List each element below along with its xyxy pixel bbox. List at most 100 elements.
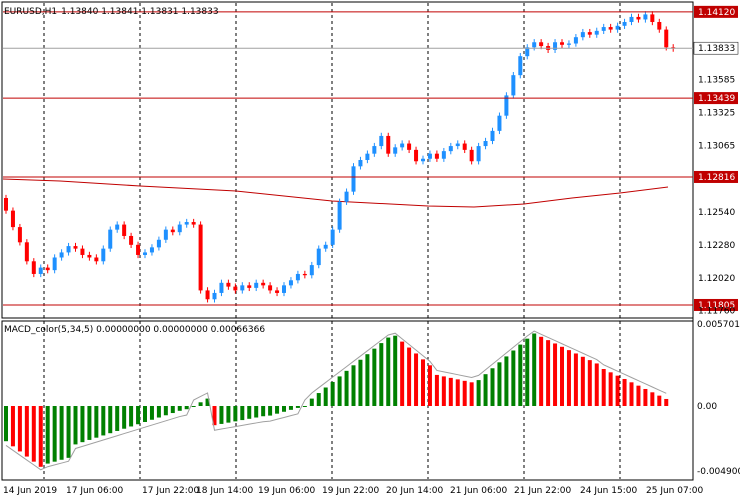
macd-bar: [594, 363, 599, 406]
time-axis-label: 20 Jun 14:00: [386, 486, 443, 496]
macd-bar: [191, 406, 196, 407]
candle-body: [365, 153, 370, 160]
moving-average-line: [2, 178, 669, 208]
macd-bar: [608, 372, 613, 406]
macd-bar: [518, 344, 523, 406]
macd-bar: [455, 379, 460, 406]
time-axis-label: 17 Jun 22:00: [142, 486, 199, 496]
candle-body: [560, 42, 564, 45]
candle-body: [400, 143, 405, 148]
macd-bar: [73, 406, 78, 445]
macd-bar: [553, 343, 558, 406]
candle-body: [205, 290, 210, 300]
candle-body: [434, 153, 439, 159]
macd-bar: [393, 335, 398, 406]
candle-body: [448, 146, 453, 152]
candle-body: [129, 235, 134, 245]
macd-histogram: [4, 330, 669, 471]
macd-bar: [441, 376, 446, 406]
candle-body: [247, 285, 252, 288]
macd-bar: [539, 336, 544, 406]
candle-body: [636, 16, 641, 20]
candle-body: [657, 21, 662, 30]
candle-body: [275, 290, 280, 293]
candle-body: [358, 160, 363, 167]
current-price-label: 1.13833: [698, 44, 735, 54]
candle-body: [59, 252, 64, 258]
macd-bar: [462, 380, 467, 406]
candle-body: [344, 191, 349, 202]
macd-bar: [546, 340, 551, 406]
macd-bar: [421, 359, 425, 406]
candle-body: [184, 222, 189, 225]
macd-bar: [52, 406, 57, 462]
candle-body: [608, 27, 613, 30]
candle-body: [136, 244, 141, 255]
macd-bar: [664, 398, 669, 406]
price-pane-frame: [1, 1, 694, 319]
indicator-axis-label: 0.00: [697, 402, 717, 412]
candle-body: [643, 14, 648, 20]
macd-bar: [149, 406, 154, 420]
price-axis-label: 1.12020: [698, 274, 735, 284]
candle-body: [31, 261, 36, 274]
macd-bar: [448, 377, 453, 406]
macd-bar: [615, 375, 620, 406]
level-price-label: 1.12816: [698, 173, 735, 183]
macd-bar: [629, 382, 634, 406]
macd-bar: [254, 406, 259, 418]
level-price-label: 1.13439: [698, 94, 735, 104]
candle-body: [601, 27, 606, 31]
macd-bar: [525, 338, 530, 406]
macd-bar: [94, 406, 99, 438]
candle-body: [108, 229, 113, 249]
macd-bar: [386, 337, 391, 406]
candles[interactable]: [4, 11, 676, 303]
horizontal-levels[interactable]: [3, 11, 693, 306]
macd-bar: [184, 406, 189, 410]
macd-bar: [365, 354, 370, 406]
macd-bar: [38, 406, 43, 467]
candle-body: [122, 224, 127, 236]
candle-body: [650, 14, 655, 22]
candle-body: [212, 292, 217, 300]
time-axis-label: 25 Jun 07:00: [646, 486, 703, 496]
macd-bar: [434, 374, 439, 406]
candle-body: [288, 280, 293, 286]
macd-bar: [580, 356, 585, 406]
macd-bar: [17, 406, 22, 452]
price-axis-label: 1.13325: [698, 109, 735, 119]
time-axis-label: 24 Jun 15:00: [580, 486, 637, 496]
macd-bar: [115, 406, 120, 431]
candle-body: [539, 42, 544, 47]
macd-bar: [407, 347, 412, 406]
macd-bar: [170, 406, 175, 414]
candle-body: [309, 265, 314, 276]
macd-bar: [129, 406, 134, 427]
price-axis: 1.141201.134391.128161.118051.138331.135…: [693, 5, 740, 477]
candle-body: [268, 285, 273, 291]
macd-bar: [80, 406, 85, 443]
candle-body: [163, 229, 168, 240]
symbol-header: EURUSD,H1 1.13840 1.13841 1.13831 1.13833: [4, 7, 219, 17]
macd-bar: [101, 406, 106, 436]
candle-body: [45, 267, 50, 271]
macd-bar: [66, 406, 71, 458]
macd-bar: [657, 395, 662, 406]
chart-canvas[interactable]: 1.141201.134391.128161.118051.138331.135…: [0, 0, 740, 500]
candle-body: [302, 273, 307, 276]
candle-body: [594, 30, 599, 35]
macd-bar: [4, 406, 8, 442]
candle-body: [580, 32, 585, 38]
candle-body: [455, 143, 460, 147]
candle-body: [421, 158, 425, 162]
candle-body: [73, 246, 78, 249]
macd-bar: [504, 356, 509, 406]
macd-bar: [163, 406, 168, 416]
candle-body: [282, 285, 286, 293]
candle-body: [615, 25, 620, 30]
time-axis-label: 18 Jun 14:00: [196, 486, 253, 496]
chart-window[interactable]: 1.14120 1.13439 1.12816 1.11805 1.13833 1.135…: [0, 0, 740, 500]
candle-body: [101, 248, 106, 262]
macd-bar: [309, 398, 314, 406]
